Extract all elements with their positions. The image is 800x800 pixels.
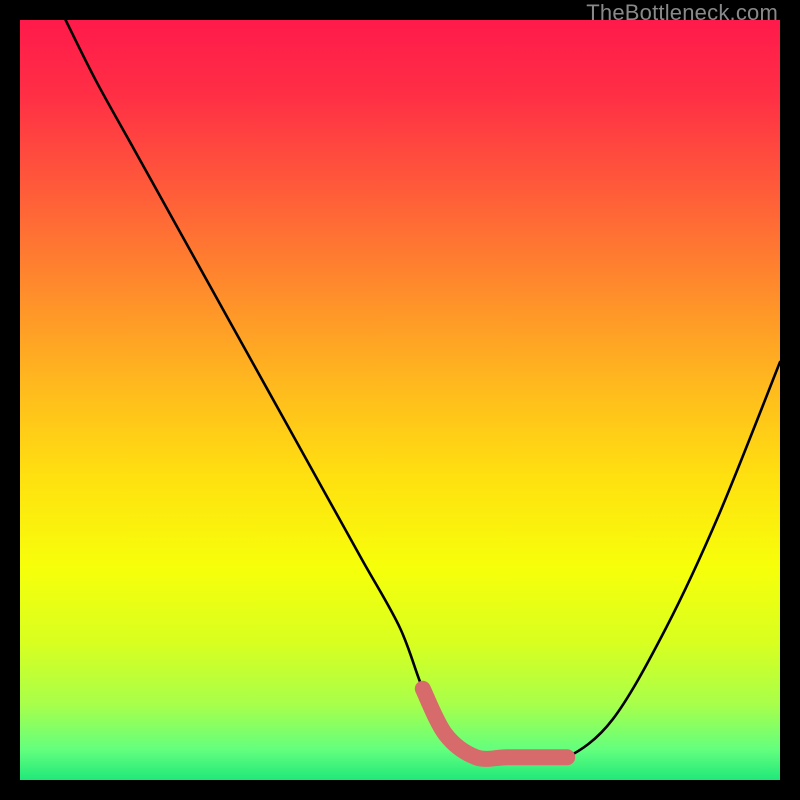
chart-plot — [20, 20, 780, 780]
highlight-segment-path — [423, 689, 567, 759]
watermark-text: TheBottleneck.com — [586, 0, 778, 26]
bottleneck-curve-path — [66, 20, 780, 760]
chart-frame — [20, 20, 780, 780]
